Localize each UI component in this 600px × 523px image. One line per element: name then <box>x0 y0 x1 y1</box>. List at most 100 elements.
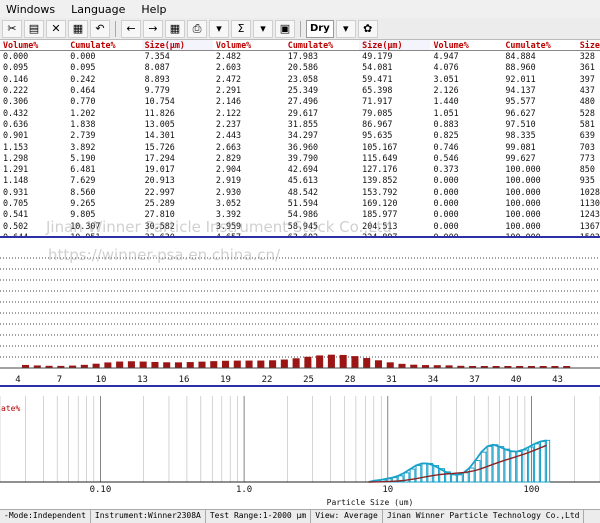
mode-select[interactable]: Dry <box>306 19 334 38</box>
table-row[interactable]: 1.298 5.190 17.294 2.829 39.790 115.649 0.546 9… <box>0 153 600 164</box>
table-row[interactable]: 0.095 0.095 8.087 2.603 20.586 54.081 4.076 88.… <box>0 62 600 73</box>
volume-bar <box>545 439 551 483</box>
table-cell: 65.398 <box>362 85 393 96</box>
volume-bar <box>486 445 493 483</box>
table-cell: 397 <box>579 73 595 84</box>
x-tick-label: 10 <box>382 485 393 495</box>
settings-icon[interactable]: ✿ <box>357 19 378 38</box>
mode-dropdown-icon[interactable]: ▾ <box>335 19 356 38</box>
table-cell: 8.560 <box>70 186 96 197</box>
delete-icon[interactable]: ✕ <box>46 19 66 38</box>
table-cell: 17.983 <box>287 51 319 62</box>
import-icon[interactable]: ▦ <box>68 19 88 38</box>
histogram-bar <box>351 356 359 368</box>
table-cell: 8.087 <box>144 62 170 73</box>
table-cell: 0.636 <box>3 118 29 129</box>
table-row[interactable]: 0.000 0.000 7.354 2.482 17.983 49.179 4.947 84.… <box>0 51 600 63</box>
table-cell: 0.901 <box>3 130 29 141</box>
table-cell: 22.997 <box>144 186 175 197</box>
table-cell: 0.306 <box>3 96 29 107</box>
data-table-panel: Volume% Cumulate% Size(μm) Volume% Cumulate%… <box>0 40 600 236</box>
sum-icon[interactable]: Σ <box>231 19 251 38</box>
menu-windows[interactable]: Windows <box>6 3 55 16</box>
cut-icon[interactable]: ✂ <box>2 19 22 38</box>
histogram-bar <box>292 358 300 368</box>
panel-divider[interactable] <box>0 385 600 387</box>
arrow-left-icon[interactable]: ← <box>121 19 141 38</box>
table-cell: 25.349 <box>287 85 319 96</box>
table-cell: 19.017 <box>144 164 175 175</box>
table-cell: 88.960 <box>505 62 536 73</box>
table-row[interactable]: 0.901 2.739 14.301 2.443 34.297 95.635 0.825 98… <box>0 130 600 141</box>
table-cell: 703 <box>579 141 595 152</box>
print-dropdown-icon[interactable]: ▾ <box>209 19 229 38</box>
table-cell: 39.790 <box>287 152 319 163</box>
table-row[interactable]: 0.636 1.838 13.005 2.237 31.855 86.967 0.883 97… <box>0 119 600 130</box>
table-cell: 1.440 <box>433 96 459 107</box>
table-cell: 0.883 <box>433 118 459 129</box>
table-cell: 437 <box>579 85 595 96</box>
table-row[interactable]: 0.222 0.464 9.779 2.291 25.349 65.398 2.126 94.… <box>0 85 600 96</box>
table-cell: 7.354 <box>144 51 170 62</box>
table-row[interactable]: 1.153 3.892 15.726 2.663 36.960 105.167 0.746 9… <box>0 141 600 152</box>
table-cell: 59.471 <box>362 73 393 84</box>
table-cell: 0.000 <box>3 51 29 62</box>
table-cell: 15.726 <box>144 141 175 152</box>
table-cell: 100.000 <box>505 220 541 231</box>
status-view: View: Average <box>311 510 383 523</box>
print-icon[interactable]: ⎙ <box>187 19 207 38</box>
table-cell: 100.000 <box>505 175 541 186</box>
table-cell: 2.472 <box>215 73 242 84</box>
table-row[interactable]: 1.291 6.481 19.017 2.904 42.694 127.176 0.373 1… <box>0 164 600 175</box>
table-cell: 361 <box>579 62 595 73</box>
undo-icon[interactable]: ↶ <box>90 19 110 38</box>
table-cell: 27.496 <box>287 96 319 107</box>
table-cell: 7.629 <box>70 175 96 186</box>
table-row[interactable]: 0.931 8.560 22.997 2.930 48.542 153.792 0.000 1… <box>0 187 600 198</box>
table-row[interactable]: 0.306 0.770 10.754 2.146 27.496 71.917 1.440 95… <box>0 96 600 107</box>
histogram-bar <box>186 362 194 368</box>
column-header: Size(μm) <box>359 40 431 51</box>
table-cell: 0.000 <box>433 220 459 231</box>
arrow-right-icon[interactable]: → <box>143 19 163 38</box>
sum-dropdown-icon[interactable]: ▾ <box>253 19 273 38</box>
table-cell: 5.190 <box>70 152 96 163</box>
open-icon[interactable]: ▤ <box>24 19 44 38</box>
table-cell: 10.754 <box>144 96 175 107</box>
table-row[interactable]: 0.146 0.242 8.893 2.472 23.058 59.471 3.051 92.… <box>0 74 600 85</box>
status-bar: -Mode:Independent Instrument:Winner2308A… <box>0 509 600 523</box>
x-tick-label: 1.0 <box>236 485 252 495</box>
table-cell: 0.432 <box>3 107 29 118</box>
table-cell: 20.913 <box>144 175 175 186</box>
table-cell: 1.838 <box>70 118 96 129</box>
table-cell: 14.301 <box>144 130 175 141</box>
column-header: Volume% <box>212 40 285 51</box>
table-cell: 86.967 <box>362 118 393 129</box>
table-cell: 0.770 <box>70 96 96 107</box>
table-cell: 99.081 <box>505 141 536 152</box>
column-header: Cumulate% <box>502 40 577 51</box>
histogram-tick-label: 22 <box>262 375 273 385</box>
table-cell: 42.694 <box>287 164 319 175</box>
table-row[interactable]: 0.705 9.265 25.289 3.052 51.594 169.120 0.000 1… <box>0 198 600 209</box>
table-cell: 2.237 <box>215 118 242 129</box>
save-icon[interactable]: ▣ <box>275 19 295 38</box>
distribution-chart: ate% 0.10 1.0 10 100 Particle Size (um) <box>0 396 600 507</box>
menu-help[interactable]: Help <box>141 3 166 16</box>
table-cell: 2.122 <box>215 107 242 118</box>
menu-language[interactable]: Language <box>71 3 125 16</box>
column-header: Cumulate% <box>284 40 360 51</box>
table-cell: 4.947 <box>433 51 459 62</box>
table-row[interactable]: 0.432 1.202 11.826 2.122 29.617 79.085 1.051 96… <box>0 107 600 118</box>
panel-divider[interactable] <box>0 236 600 238</box>
table-icon[interactable]: ▦ <box>165 19 185 38</box>
table-cell: 1028 <box>579 186 600 197</box>
histogram-tick-label: 37 <box>469 375 480 385</box>
histogram-bar <box>339 354 347 368</box>
table-cell: 0.242 <box>70 73 96 84</box>
table-row[interactable]: 1.148 7.629 20.913 2.919 45.613 139.852 0.000 1… <box>0 175 600 186</box>
table-cell: 20.586 <box>287 62 319 73</box>
histogram-bar <box>363 358 371 368</box>
table-cell: 25.289 <box>144 198 175 208</box>
column-header: Size <box>576 40 600 51</box>
